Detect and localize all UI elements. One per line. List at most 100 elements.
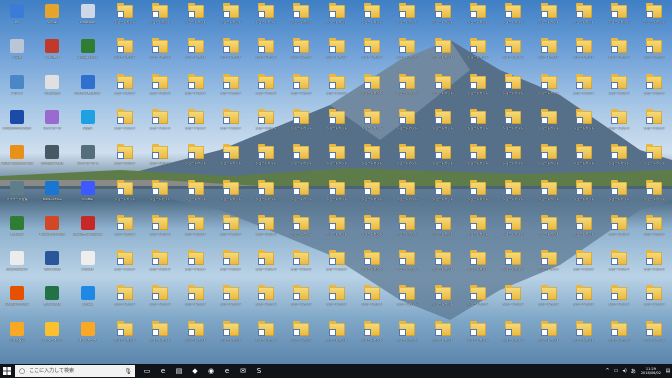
desktop-icon-folder[interactable]: ショートカット — [108, 106, 142, 140]
desktop-icon-app[interactable]: EndNote — [0, 212, 34, 246]
desktop-icon-folder[interactable]: ショートカット — [179, 141, 213, 175]
desktop-icon-folder[interactable]: ショートカット — [249, 177, 283, 211]
desktop-icon-folder[interactable]: ショートカット — [496, 141, 530, 175]
desktop-icon-folder[interactable]: ショートカット — [320, 0, 354, 34]
desktop-icon-folder[interactable]: ショートカット — [284, 212, 318, 246]
desktop-icon-folder[interactable]: ショートカット — [461, 282, 495, 316]
desktop-icon-folder[interactable]: ショートカット — [108, 177, 142, 211]
network-icon[interactable]: ▭ — [614, 368, 619, 374]
desktop-icon-folder[interactable]: ショートカット — [390, 71, 424, 105]
desktop-icon-folder[interactable]: ショートカット — [355, 35, 389, 69]
desktop-icon-folder[interactable]: ショートカット — [532, 71, 566, 105]
desktop-icon-app[interactable]: LineCommunicator — [0, 106, 34, 140]
desktop-icon-folder[interactable]: ショートカット — [390, 212, 424, 246]
desktop-icon-folder[interactable]: ショートカット — [602, 318, 636, 352]
taskbar-file-explorer-icon[interactable]: ▤ — [171, 364, 187, 378]
desktop-icon-app[interactable]: ACROBAT — [35, 35, 69, 69]
desktop-icon-folder[interactable]: ショートカット — [179, 177, 213, 211]
desktop-icon-folder[interactable]: ショートカット — [602, 106, 636, 140]
desktop-icon-folder[interactable]: ショートカット — [143, 71, 177, 105]
desktop-icon-folder[interactable]: ショートカット — [214, 35, 248, 69]
desktop-icon-folder[interactable]: ショートカット — [496, 212, 530, 246]
desktop-icon-folder[interactable]: ショートカット — [108, 71, 142, 105]
desktop-icon-app[interactable]: Configure BLTL — [35, 141, 69, 175]
desktop-icon-folder[interactable]: ショートカット — [461, 35, 495, 69]
taskbar-task-view-icon[interactable]: ▭ — [139, 364, 155, 378]
desktop-icon-folder[interactable]: ショートカット — [567, 141, 601, 175]
desktop-icon-folder[interactable]: ショートカット — [532, 318, 566, 352]
desktop-icon-folder[interactable]: ショートカット — [390, 141, 424, 175]
desktop-icon-folder[interactable]: ショートカット — [426, 71, 460, 105]
chevron-up-icon[interactable]: ^ — [605, 368, 609, 374]
desktop-icon-folder[interactable]: ショートカット — [426, 35, 460, 69]
desktop-icon-app[interactable]: Excel 2016 — [35, 282, 69, 316]
desktop-icon-folder[interactable]: ショートカット — [355, 106, 389, 140]
volume-icon[interactable]: ◂) — [622, 368, 626, 374]
desktop-icon-folder[interactable]: ショートカット — [179, 318, 213, 352]
desktop-icon-folder[interactable]: ショートカット — [461, 71, 495, 105]
desktop-icon-folder[interactable]: ショートカット — [496, 0, 530, 34]
desktop-icon-app[interactable]: インターネット — [35, 318, 69, 352]
desktop-icon-folder[interactable]: ショートカット — [214, 106, 248, 140]
desktop-icon-folder[interactable]: ショートカット — [143, 141, 177, 175]
desktop-icon-app[interactable]: ネットワーク — [71, 318, 105, 352]
desktop-icon-folder[interactable]: ショートカット — [461, 177, 495, 211]
desktop-icon-folder[interactable]: ショートカット — [284, 282, 318, 316]
desktop-icon-folder[interactable]: ショートカット — [532, 106, 566, 140]
desktop-icon-folder[interactable]: ショートカット — [637, 282, 671, 316]
desktop-icon-folder[interactable]: ショートカット — [249, 141, 283, 175]
desktop-icon-folder[interactable]: ショートカット — [496, 318, 530, 352]
desktop-icon-folder[interactable]: ショートカット — [355, 177, 389, 211]
desktop[interactable]: PC Virtual WORDPAD ごみ箱 ACROBAT Google Drive ドラ… — [0, 0, 672, 364]
desktop-icon-folder[interactable]: ショートカット — [496, 71, 530, 105]
desktop-icon-folder[interactable]: ショートカット — [108, 35, 142, 69]
desktop-icon-app[interactable]: BizWorkFlow — [35, 177, 69, 211]
desktop-icon-folder[interactable]: ショートカット — [320, 35, 354, 69]
desktop-icon-folder[interactable]: ショートカット — [179, 212, 213, 246]
desktop-icon-folder[interactable]: ショートカット — [249, 106, 283, 140]
desktop-icon-folder[interactable]: ショートカット — [320, 318, 354, 352]
desktop-icon-folder[interactable]: ショートカット — [461, 0, 495, 34]
desktop-icon-folder[interactable]: ショートカット — [214, 247, 248, 281]
desktop-icon-folder[interactable]: ショートカット — [179, 35, 213, 69]
desktop-icon-app[interactable]: WORDPAD — [71, 0, 105, 34]
desktop-icon-folder[interactable]: ショートカット — [390, 247, 424, 281]
desktop-icon-app[interactable]: Picasa3 — [71, 247, 105, 281]
desktop-icon-folder[interactable]: ショートカット — [567, 282, 601, 316]
desktop-icon-app[interactable]: LibreOffice Impress — [71, 212, 105, 246]
desktop-icon-folder[interactable]: ショートカット — [214, 282, 248, 316]
desktop-icon-folder[interactable]: ショートカット — [179, 247, 213, 281]
desktop-icon-app[interactable]: Google Drive — [71, 35, 105, 69]
desktop-icon-folder[interactable]: ショートカット — [214, 141, 248, 175]
desktop-icon-folder[interactable]: ショートカット — [461, 318, 495, 352]
desktop-icon-folder[interactable]: ショートカット — [390, 318, 424, 352]
desktop-icon-app[interactable]: アプリ設定 — [0, 318, 34, 352]
desktop-icon-folder[interactable]: ショートカット — [214, 177, 248, 211]
desktop-icon-folder[interactable]: ショートカット — [320, 247, 354, 281]
desktop-icon-folder[interactable]: ショートカット — [355, 318, 389, 352]
desktop-icon-folder[interactable]: ショートカット — [355, 282, 389, 316]
desktop-icon-folder[interactable]: ショートカット — [390, 106, 424, 140]
desktop-icon-folder[interactable]: ショートカット — [284, 177, 318, 211]
desktop-icon-folder[interactable]: ショートカット — [532, 212, 566, 246]
desktop-icon-folder[interactable]: ショートカット — [602, 282, 636, 316]
desktop-icon-app[interactable]: ネットワーク — [35, 106, 69, 140]
desktop-icon-folder[interactable]: ショートカット — [249, 71, 283, 105]
desktop-icon-folder[interactable]: ショートカット — [637, 177, 671, 211]
desktop-icon-folder[interactable]: ショートカット — [426, 106, 460, 140]
desktop-icon-folder[interactable]: ショートカット — [108, 318, 142, 352]
desktop-icon-folder[interactable]: ショートカット — [461, 247, 495, 281]
desktop-icon-folder[interactable]: ショートカット — [567, 71, 601, 105]
desktop-icon-app[interactable]: Virtual — [35, 0, 69, 34]
desktop-icon-folder[interactable]: ショートカット — [390, 0, 424, 34]
desktop-icon-folder[interactable]: ショートカット — [461, 106, 495, 140]
desktop-icon-folder[interactable]: ショートカット — [390, 177, 424, 211]
desktop-icon-app[interactable]: Internet Explorer — [71, 71, 105, 105]
desktop-icon-app[interactable]: ごみ箱 — [0, 35, 34, 69]
desktop-icon-folder[interactable]: ショートカット — [143, 177, 177, 211]
desktop-icon-folder[interactable]: ショートカット — [567, 177, 601, 211]
desktop-icon-folder[interactable]: ショートカット — [320, 282, 354, 316]
desktop-icon-folder[interactable]: ショートカット — [355, 0, 389, 34]
desktop-icon-folder[interactable]: ショートカット — [426, 212, 460, 246]
desktop-icon-folder[interactable]: ショートカット — [602, 247, 636, 281]
